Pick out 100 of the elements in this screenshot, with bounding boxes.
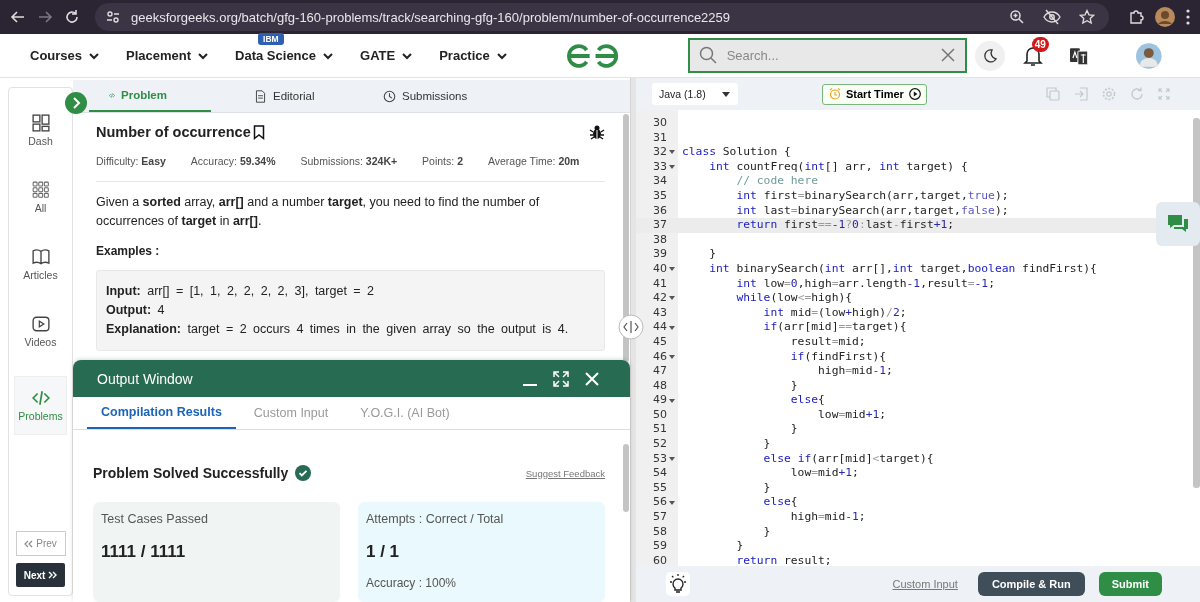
sidebar-item[interactable]: Articles bbox=[14, 242, 67, 287]
resize-handle-icon[interactable] bbox=[618, 314, 644, 340]
sidebar-item[interactable]: Videos bbox=[14, 309, 67, 354]
fold-arrow-icon[interactable] bbox=[668, 267, 675, 272]
problem-stat: Submissions: 324K+ bbox=[300, 155, 398, 167]
line-number: 42 bbox=[653, 291, 667, 306]
code-line: else{ bbox=[789, 393, 826, 408]
code-line: // code here bbox=[735, 174, 820, 189]
example-line: Input: arr[] = [1, 1, 2, 2, 2, 2, 3], target = 2 bbox=[106, 283, 376, 300]
lightbulb-icon bbox=[669, 574, 687, 594]
line-number: 32 bbox=[653, 145, 667, 160]
reload-icon[interactable] bbox=[64, 9, 80, 25]
document-icon bbox=[254, 89, 267, 103]
fold-arrow-icon[interactable] bbox=[668, 165, 675, 170]
problem-stat: Average Time: 20m bbox=[487, 155, 580, 167]
chat-icon[interactable] bbox=[1156, 202, 1200, 246]
fold-arrow-icon[interactable] bbox=[668, 296, 675, 301]
clock-icon bbox=[383, 89, 396, 103]
line-number: 48 bbox=[653, 378, 667, 394]
star-icon bbox=[1079, 9, 1095, 25]
close-icon[interactable] bbox=[941, 48, 956, 62]
line-number: 37 bbox=[653, 218, 667, 233]
fold-arrow-icon[interactable] bbox=[668, 325, 675, 330]
custom-input-link[interactable]: Custom Input bbox=[892, 578, 958, 590]
fold-arrow-icon[interactable] bbox=[668, 456, 675, 461]
avatar-icon[interactable] bbox=[1155, 7, 1175, 27]
prev-button[interactable]: Prev bbox=[15, 531, 66, 556]
feedback-link[interactable]: Suggest Feedback bbox=[525, 467, 605, 479]
line-number: 39 bbox=[653, 247, 667, 262]
code-line: if(arr[mid]==target){ bbox=[762, 320, 908, 335]
nav-menu[interactable]: Placement bbox=[126, 48, 210, 63]
logo-icon[interactable] bbox=[566, 42, 620, 69]
language-dropdown[interactable]: Java (1.8) bbox=[652, 83, 738, 105]
double-chevron-right-icon bbox=[48, 571, 58, 579]
theme-toggle-button[interactable] bbox=[975, 40, 1005, 71]
expand-icon[interactable] bbox=[553, 370, 569, 387]
code-line: high=mid-1; bbox=[817, 364, 894, 379]
bookmark-icon[interactable] bbox=[252, 124, 265, 140]
line-number: 55 bbox=[653, 480, 667, 496]
code-line: int binarySearch(int arr[],int target,boolean findFirst){ bbox=[708, 261, 1098, 277]
sidebar-item[interactable]: Dash bbox=[14, 108, 67, 153]
code-line: class Solution { bbox=[682, 145, 792, 160]
line-number: 31 bbox=[653, 130, 667, 146]
sidebar-item[interactable]: All bbox=[14, 175, 67, 220]
nav-menu[interactable]: Practice bbox=[439, 48, 508, 63]
bug-icon[interactable] bbox=[589, 124, 605, 140]
problem-tab[interactable]: Problem bbox=[89, 80, 211, 112]
start-timer-button[interactable]: Start Timer bbox=[822, 83, 927, 105]
translate-icon[interactable] bbox=[1068, 45, 1089, 66]
submit-button[interactable]: Submit bbox=[1098, 572, 1162, 596]
fold-arrow-icon[interactable] bbox=[668, 398, 675, 403]
puzzle-icon[interactable] bbox=[1128, 9, 1144, 25]
code-line: } bbox=[708, 247, 717, 262]
menu-icon[interactable] bbox=[1186, 9, 1190, 25]
line-number: 43 bbox=[653, 305, 667, 321]
card-label: Test Cases Passed bbox=[101, 512, 209, 526]
search-icon bbox=[698, 46, 717, 64]
code-line: low=mid+1; bbox=[789, 466, 860, 481]
line-number: 38 bbox=[653, 232, 667, 248]
fold-arrow-icon[interactable] bbox=[668, 354, 675, 359]
scrollbar[interactable] bbox=[623, 444, 629, 512]
url-text: geeksforgeeks.org/batch/gfg-160-problems/track/searching-gfg-160/problem/number-of-occurrence2259 bbox=[131, 9, 731, 25]
fold-arrow-icon[interactable] bbox=[668, 150, 675, 155]
code-line: int first=binarySearch(arr,target,true); bbox=[735, 188, 1010, 204]
examples-heading: Examples : bbox=[96, 244, 161, 258]
line-number: 40 bbox=[653, 261, 667, 277]
line-number: 47 bbox=[653, 364, 667, 379]
code-line: } bbox=[789, 378, 799, 394]
avatar-icon[interactable] bbox=[1136, 42, 1162, 69]
code-line: low=mid+1; bbox=[817, 407, 888, 423]
code-line: result=mid; bbox=[789, 334, 867, 350]
address-bar[interactable]: geeksforgeeks.org/batch/gfg-160-problems/track/searching-gfg-160/problem/number-of-occurrence2259 bbox=[95, 3, 1109, 31]
code-line: return result; bbox=[735, 553, 833, 566]
output-tab[interactable]: Compilation Results bbox=[87, 397, 236, 429]
fold-arrow-icon[interactable] bbox=[668, 500, 675, 505]
problem-tab[interactable]: Submissions bbox=[383, 80, 512, 112]
scrollbar[interactable] bbox=[623, 114, 629, 362]
moon-icon bbox=[981, 47, 998, 64]
card-value: 1111 / 1111 bbox=[101, 542, 187, 562]
window-header: Output Window bbox=[73, 360, 630, 398]
line-number: 35 bbox=[653, 188, 667, 204]
line-number: 30 bbox=[653, 116, 667, 131]
sidebar-item[interactable]: Problems bbox=[14, 376, 67, 435]
book-icon bbox=[31, 248, 50, 266]
alarm-clock-icon bbox=[829, 88, 841, 100]
line-number: 56 bbox=[653, 495, 667, 511]
next-button[interactable]: Next bbox=[16, 563, 65, 587]
nav-menu[interactable]: GATE bbox=[360, 48, 414, 63]
search-field[interactable]: Search... bbox=[687, 38, 968, 73]
example-line: Explanation: target = 2 occurs 4 times in the given array so the output is 4. bbox=[106, 321, 570, 338]
nav-menu[interactable]: Courses bbox=[30, 48, 101, 63]
problem-stat: Accuracy: 59.34% bbox=[190, 155, 276, 167]
back-arrow-icon[interactable] bbox=[10, 9, 26, 25]
compile-run-button[interactable]: Compile & Run bbox=[977, 572, 1085, 596]
hint-button[interactable] bbox=[666, 572, 690, 596]
problem-tab[interactable]: Editorial bbox=[211, 80, 383, 112]
code-line: else{ bbox=[762, 495, 799, 511]
ibm-badge: IBM bbox=[258, 33, 284, 45]
tune-icon bbox=[105, 9, 121, 25]
line-number: 45 bbox=[653, 334, 667, 350]
